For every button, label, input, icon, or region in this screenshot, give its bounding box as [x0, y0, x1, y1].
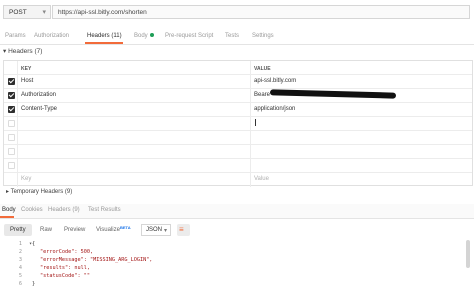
- url-input[interactable]: https://api-ssl.bitly.com/shorten: [52, 5, 470, 19]
- method-label: POST: [9, 9, 27, 16]
- column-header-value: VALUE: [254, 66, 271, 72]
- headers-title: Headers (7): [8, 48, 43, 55]
- code-line: "errorMessage": "MISSING_ARG_LOGIN",: [40, 257, 153, 263]
- tab-response-body[interactable]: Body: [2, 207, 16, 213]
- tab-params[interactable]: Params: [5, 33, 26, 39]
- raw-button[interactable]: Raw: [34, 224, 56, 236]
- preview-button[interactable]: Preview: [58, 224, 88, 236]
- headers-toggle[interactable]: ▾ Headers (7): [3, 47, 42, 55]
- pretty-button[interactable]: Pretty: [4, 224, 32, 236]
- active-tab-indicator: [85, 42, 123, 44]
- scrollbar[interactable]: [466, 240, 470, 268]
- code-line: {: [32, 241, 36, 247]
- header-enabled-checkbox[interactable]: [8, 162, 15, 169]
- response-body-editor[interactable]: 1 2 3 4 5 6 ▾ { "errorCode": 500, "error…: [0, 240, 474, 291]
- status-dot-icon: [149, 33, 154, 38]
- response-tabs: Body Cookies Headers (9) Test Results: [0, 204, 474, 219]
- header-enabled-checkbox[interactable]: [8, 106, 15, 113]
- header-enabled-checkbox[interactable]: [8, 92, 15, 99]
- temporary-headers-label: Temporary Headers (9): [10, 189, 73, 195]
- header-key[interactable]: Authorization: [21, 92, 56, 98]
- headers-table: KEY VALUE Host api-ssl.bitly.com Authori…: [3, 60, 473, 187]
- header-enabled-checkbox[interactable]: [8, 148, 15, 155]
- header-value[interactable]: Beare: [254, 92, 270, 98]
- code-line: "statusCode": "": [40, 273, 90, 279]
- line-number: 6: [18, 281, 22, 287]
- wrap-lines-button[interactable]: ≡: [177, 224, 190, 236]
- line-number: 3: [18, 257, 22, 263]
- tab-headers[interactable]: Headers (11): [87, 33, 122, 39]
- tab-tests[interactable]: Tests: [225, 33, 239, 39]
- header-enabled-checkbox[interactable]: [8, 134, 15, 141]
- new-header-key-input[interactable]: Key: [21, 176, 31, 182]
- tab-authorization[interactable]: Authorization: [34, 33, 69, 39]
- temporary-headers-toggle[interactable]: ▸ Temporary Headers (9): [6, 188, 72, 195]
- line-number: 4: [18, 265, 22, 271]
- redaction-mark: [269, 89, 397, 99]
- tab-settings[interactable]: Settings: [252, 33, 274, 39]
- url-text: https://api-ssl.bitly.com/shorten: [58, 9, 147, 16]
- line-number: 2: [18, 249, 22, 255]
- tab-body-label: Body: [134, 33, 148, 39]
- header-enabled-checkbox[interactable]: [8, 78, 15, 85]
- code-line: "results": null,: [40, 265, 90, 271]
- text-cursor: [255, 119, 256, 126]
- line-number: 5: [18, 273, 22, 279]
- header-key[interactable]: Content-Type: [21, 106, 57, 112]
- column-header-key: KEY: [21, 66, 32, 72]
- chevron-down-icon: ▾: [42, 9, 46, 16]
- beta-badge: BETA: [120, 225, 131, 230]
- request-tabs: Params Authorization Headers (11) Body P…: [0, 29, 474, 45]
- header-value[interactable]: api-ssl.bitly.com: [254, 78, 296, 84]
- wrap-icon: ≡: [179, 225, 184, 234]
- tab-test-results[interactable]: Test Results: [88, 207, 121, 213]
- code-line: "errorCode": 500,: [40, 249, 94, 255]
- tab-response-headers[interactable]: Headers (9): [48, 207, 80, 213]
- header-key[interactable]: Host: [21, 78, 33, 84]
- header-enabled-checkbox[interactable]: [8, 120, 15, 127]
- chevron-down-icon: ▾: [163, 228, 167, 234]
- tab-pre-request-script[interactable]: Pre-request Script: [165, 33, 213, 39]
- format-label: JSON: [146, 227, 163, 233]
- tab-response-cookies[interactable]: Cookies: [21, 207, 43, 213]
- method-select[interactable]: POST ▾: [3, 5, 51, 19]
- tab-body[interactable]: Body: [134, 33, 154, 39]
- new-header-value-input[interactable]: Value: [254, 176, 269, 182]
- line-number: 1: [18, 241, 22, 247]
- format-select[interactable]: JSON ▾: [141, 224, 171, 236]
- active-tab-indicator: [0, 216, 14, 218]
- header-value[interactable]: application/json: [254, 106, 295, 112]
- code-line: }: [32, 281, 36, 287]
